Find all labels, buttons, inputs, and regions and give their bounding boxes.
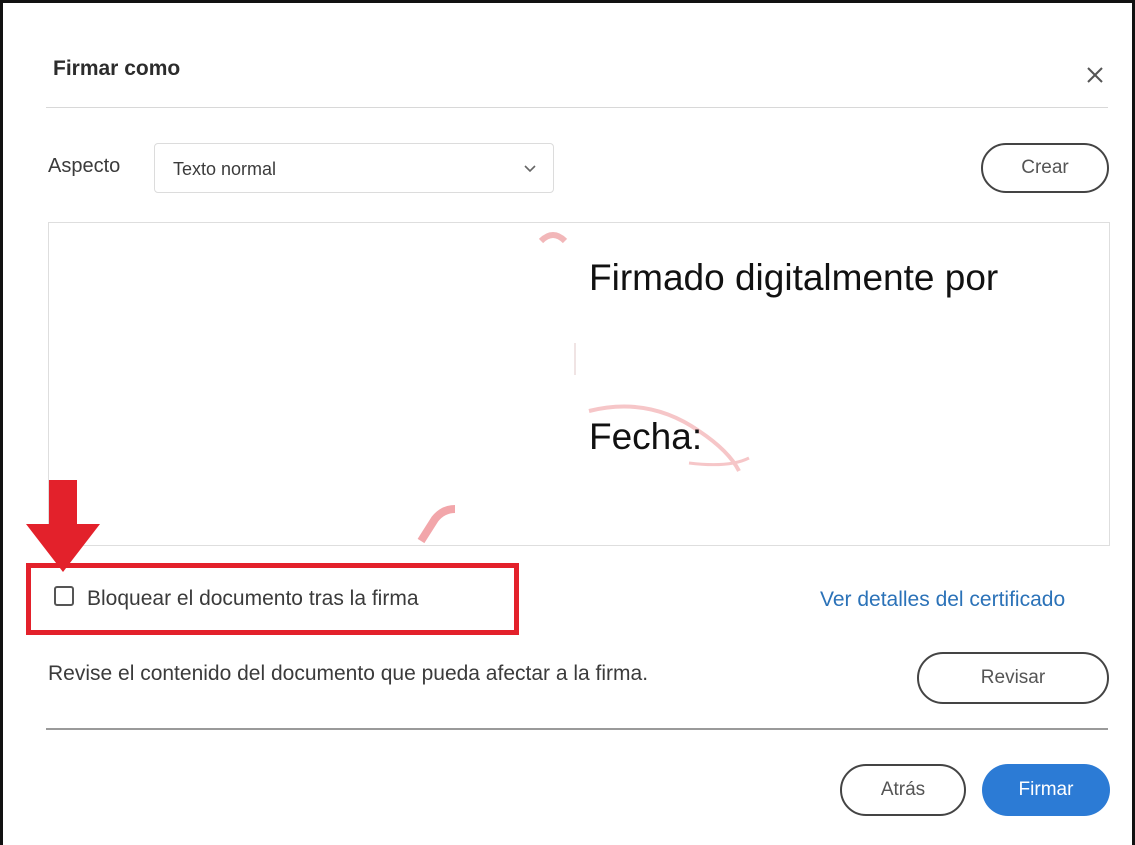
review-description: Revise el contenido del documento que pu… [48, 662, 649, 685]
signature-line-date: Fecha: [589, 416, 703, 457]
lock-document-label[interactable]: Bloquear el documento tras la firma [87, 587, 419, 611]
view-certificate-details-link[interactable]: Ver detalles del certificado [820, 588, 1065, 612]
appearance-select-value: Texto normal [173, 159, 277, 179]
appearance-label: Aspecto [48, 155, 121, 177]
sign-button[interactable]: Firmar [982, 764, 1110, 816]
signature-preview: Firmado digitalmente por Fecha: [48, 222, 1110, 546]
lock-document-checkbox[interactable] [54, 586, 74, 606]
title-divider [46, 107, 1108, 108]
appearance-select[interactable]: Texto normal [154, 143, 554, 193]
footer-divider [46, 728, 1108, 730]
create-button[interactable]: Crear [981, 143, 1109, 193]
annotation-arrow-icon [26, 480, 100, 572]
dialog-title: Firmar como [53, 57, 181, 80]
close-icon[interactable] [1078, 58, 1112, 92]
back-button[interactable]: Atrás [840, 764, 966, 816]
signature-line-signed-by: Firmado digitalmente por [589, 257, 999, 298]
chevron-down-icon [524, 165, 536, 173]
redacted-signer-name [225, 42, 785, 94]
review-button[interactable]: Revisar [917, 652, 1109, 704]
